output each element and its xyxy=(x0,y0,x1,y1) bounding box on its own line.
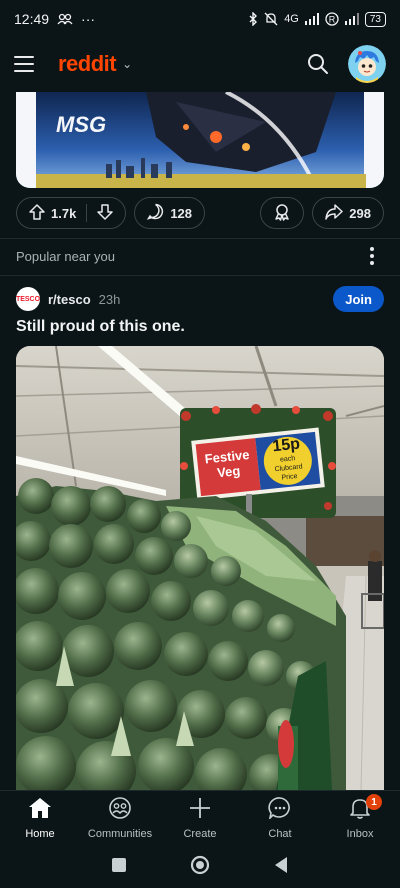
status-ellipsis: ··· xyxy=(81,11,96,27)
share-button[interactable]: 298 xyxy=(312,197,384,229)
mute-bell-icon xyxy=(264,12,278,26)
award-icon xyxy=(273,203,291,224)
group-icon xyxy=(57,13,73,25)
nav-communities[interactable]: Communities xyxy=(80,791,160,846)
post-title[interactable]: Still proud of this one. xyxy=(16,318,185,336)
upvote-count: 1.7k xyxy=(51,205,77,221)
upvote-arrow-icon[interactable] xyxy=(29,203,45,223)
nav-home[interactable]: Home xyxy=(0,791,80,846)
home-circle-icon[interactable] xyxy=(190,855,210,880)
nav-label-create: Create xyxy=(183,828,217,840)
join-button[interactable]: Join xyxy=(333,286,384,312)
menu-icon[interactable] xyxy=(14,49,44,79)
status-time: 12:49 xyxy=(14,11,50,27)
share-count: 298 xyxy=(349,205,371,221)
nav-label-communities: Communities xyxy=(87,828,153,840)
recent-apps-icon[interactable] xyxy=(111,857,127,878)
chat-icon xyxy=(268,797,292,824)
post-image[interactable]: Festive Veg 15p each Clubcard Price xyxy=(16,346,384,790)
comment-bubble-icon xyxy=(147,203,164,223)
inbox-badge: 1 xyxy=(366,794,382,810)
section-label: Popular near you xyxy=(16,249,116,264)
subreddit-icon[interactable]: TESCO xyxy=(16,287,40,311)
chevron-down-icon[interactable]: ⌄ xyxy=(122,57,132,71)
user-avatar[interactable] xyxy=(348,45,386,83)
subreddit-name[interactable]: r/tesco xyxy=(48,292,91,307)
nav-chat[interactable]: Chat xyxy=(240,791,320,846)
plus-icon xyxy=(189,797,211,824)
battery-indicator: 73 xyxy=(364,11,386,27)
bottom-navigation: Home Communities Create Chat 1 Inbox xyxy=(0,790,400,846)
vote-pill: 1.7k xyxy=(16,197,127,229)
comments-button[interactable]: 128 xyxy=(134,197,206,229)
downvote-arrow-icon[interactable] xyxy=(97,203,114,223)
share-arrow-icon xyxy=(325,203,344,223)
communities-icon xyxy=(108,797,132,824)
status-bar: 12:49 ··· 4G R 73 xyxy=(0,0,400,38)
app-header: reddit ⌄ xyxy=(0,38,400,90)
system-navigation xyxy=(0,846,400,888)
more-options-icon[interactable] xyxy=(362,246,382,266)
post-age: 23h xyxy=(98,291,121,307)
divider xyxy=(0,275,400,276)
divider xyxy=(0,238,400,239)
home-icon xyxy=(28,797,52,824)
bluetooth-icon xyxy=(248,12,258,26)
network-type: 4G xyxy=(284,13,299,25)
nav-create[interactable]: Create xyxy=(160,791,240,846)
post-action-bar: 1.7k 128 298 xyxy=(16,196,384,230)
signal-icon xyxy=(304,13,319,25)
post-header: TESCO r/tesco 23h Join xyxy=(16,285,384,313)
comment-count: 128 xyxy=(170,205,193,221)
registered-icon: R xyxy=(325,12,339,26)
award-button[interactable] xyxy=(260,197,305,229)
svg-text:R: R xyxy=(329,15,336,25)
image-caption-text: MSG xyxy=(56,112,107,137)
back-triangle-icon[interactable] xyxy=(273,856,289,879)
nav-inbox[interactable]: 1 Inbox xyxy=(320,791,400,846)
nav-label-chat: Chat xyxy=(268,828,292,840)
search-icon[interactable] xyxy=(302,48,334,80)
signal-icon-2 xyxy=(344,13,359,25)
nav-label-inbox: Inbox xyxy=(346,828,374,840)
nav-label-home: Home xyxy=(25,828,55,840)
post-image-preview[interactable]: MSG xyxy=(16,92,384,188)
reddit-logo[interactable]: reddit xyxy=(58,51,117,77)
